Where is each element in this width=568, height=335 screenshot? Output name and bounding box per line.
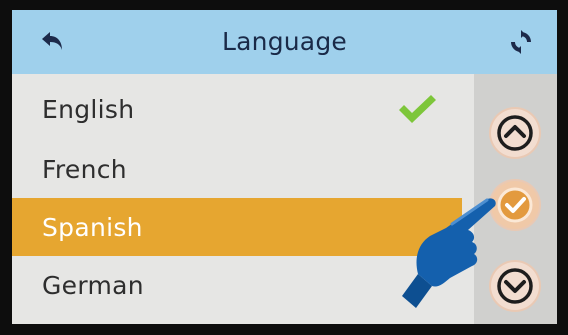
language-item-french[interactable]: French bbox=[12, 140, 462, 198]
confirm-check-icon bbox=[497, 187, 533, 223]
touch-screen: Language English French Spanish German bbox=[12, 10, 557, 324]
confirm-button[interactable] bbox=[491, 181, 539, 229]
refresh-button[interactable] bbox=[505, 26, 537, 58]
language-item-german[interactable]: German bbox=[12, 256, 462, 314]
language-label: Spanish bbox=[42, 212, 143, 242]
language-label: English bbox=[42, 94, 135, 124]
language-label: German bbox=[42, 270, 144, 300]
checkmark-icon bbox=[399, 95, 436, 123]
page-title: Language bbox=[222, 27, 347, 56]
language-label: French bbox=[42, 154, 127, 184]
side-controls bbox=[474, 74, 557, 324]
scroll-up-button[interactable] bbox=[491, 109, 539, 157]
header-bar: Language bbox=[12, 10, 557, 74]
refresh-icon bbox=[511, 30, 531, 54]
device-frame: Language English French Spanish German bbox=[0, 0, 568, 335]
language-item-english[interactable]: English bbox=[12, 80, 462, 138]
scroll-down-button[interactable] bbox=[491, 262, 539, 310]
chevron-down-icon bbox=[497, 268, 533, 304]
chevron-up-icon bbox=[497, 115, 533, 151]
language-list: English French Spanish German bbox=[12, 74, 474, 324]
language-item-spanish[interactable]: Spanish bbox=[12, 198, 462, 256]
